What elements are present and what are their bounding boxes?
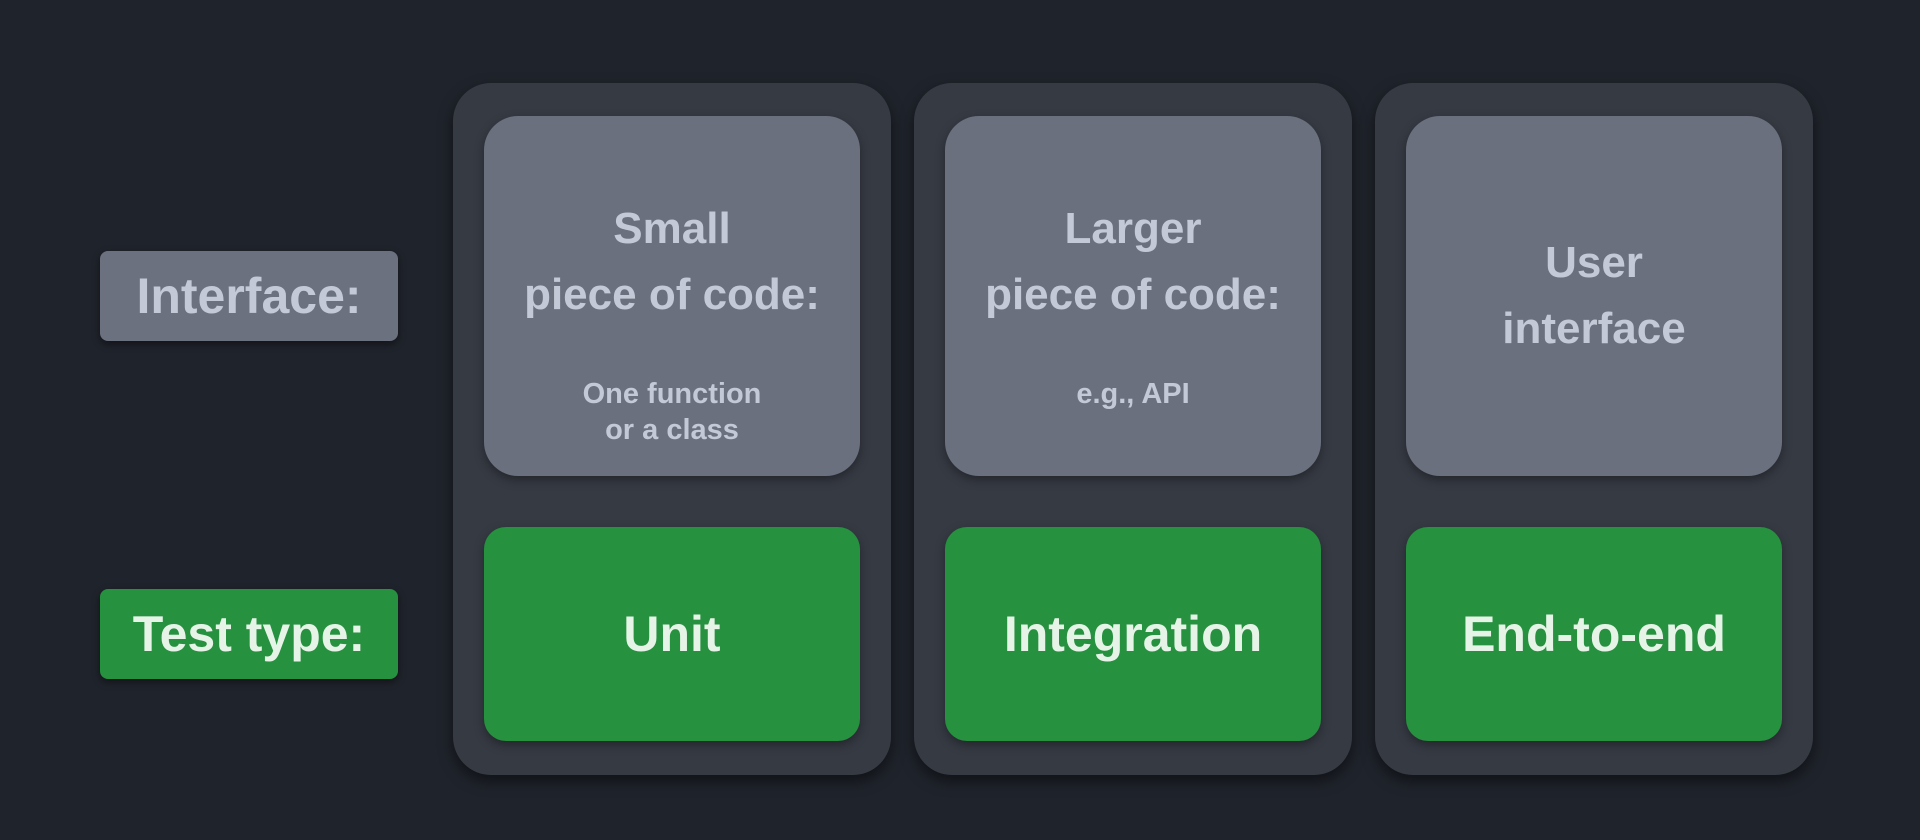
interface-card-user-interface: User interface [1406, 116, 1782, 476]
interface-card-title: User interface [1502, 238, 1686, 353]
test-type-card-unit: Unit [484, 527, 860, 741]
test-type-card-end-to-end: End-to-end [1406, 527, 1782, 741]
interface-row-label: Interface: [100, 251, 398, 341]
interface-card-detail: One function or a class [582, 378, 762, 446]
interface-card-title: Small piece of code: [524, 204, 820, 319]
column-unit: Small piece of code: One function or a c… [453, 83, 891, 775]
interface-card-detail: e.g., API [1076, 378, 1190, 410]
interface-card-title: Larger piece of code: [985, 204, 1281, 319]
test-type-card-integration: Integration [945, 527, 1321, 741]
column-end-to-end: User interface End-to-end [1375, 83, 1813, 775]
interface-card-larger-code: Larger piece of code: e.g., API [945, 116, 1321, 476]
column-integration: Larger piece of code: e.g., API Integrat… [914, 83, 1352, 775]
test-type-row-label: Test type: [100, 589, 398, 679]
interface-card-small-code: Small piece of code: One function or a c… [484, 116, 860, 476]
